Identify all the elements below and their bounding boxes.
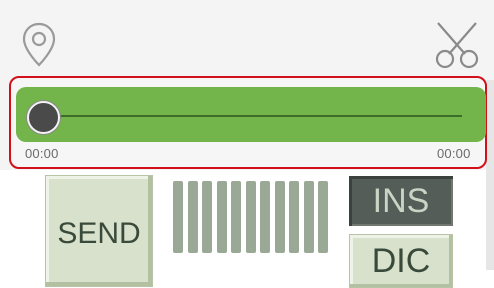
dic-button-label: DIC xyxy=(371,241,431,280)
level-bar xyxy=(303,181,314,253)
level-bar xyxy=(231,181,241,253)
level-bar xyxy=(318,181,328,253)
level-bar xyxy=(187,181,198,253)
total-time-label: 00:00 xyxy=(437,146,471,161)
level-bar xyxy=(289,181,299,253)
location-pin-icon[interactable] xyxy=(22,22,56,68)
level-meter xyxy=(173,181,333,253)
level-bar xyxy=(173,181,183,253)
level-bar xyxy=(260,181,270,253)
level-bar xyxy=(202,181,212,253)
level-bar xyxy=(274,181,285,253)
dic-button[interactable]: DIC xyxy=(349,234,453,288)
send-button[interactable]: SEND xyxy=(45,175,153,287)
level-bar xyxy=(245,181,256,253)
scissors-icon[interactable] xyxy=(432,20,482,70)
playback-slider-thumb[interactable] xyxy=(27,101,60,134)
level-bar xyxy=(216,181,227,253)
current-time-label: 00:00 xyxy=(25,146,59,161)
playback-progress-line xyxy=(58,115,462,117)
ins-button-label: INS xyxy=(372,181,430,220)
send-button-label: SEND xyxy=(57,217,141,250)
right-edge-panel xyxy=(486,80,494,270)
ins-button[interactable]: INS xyxy=(349,176,453,226)
